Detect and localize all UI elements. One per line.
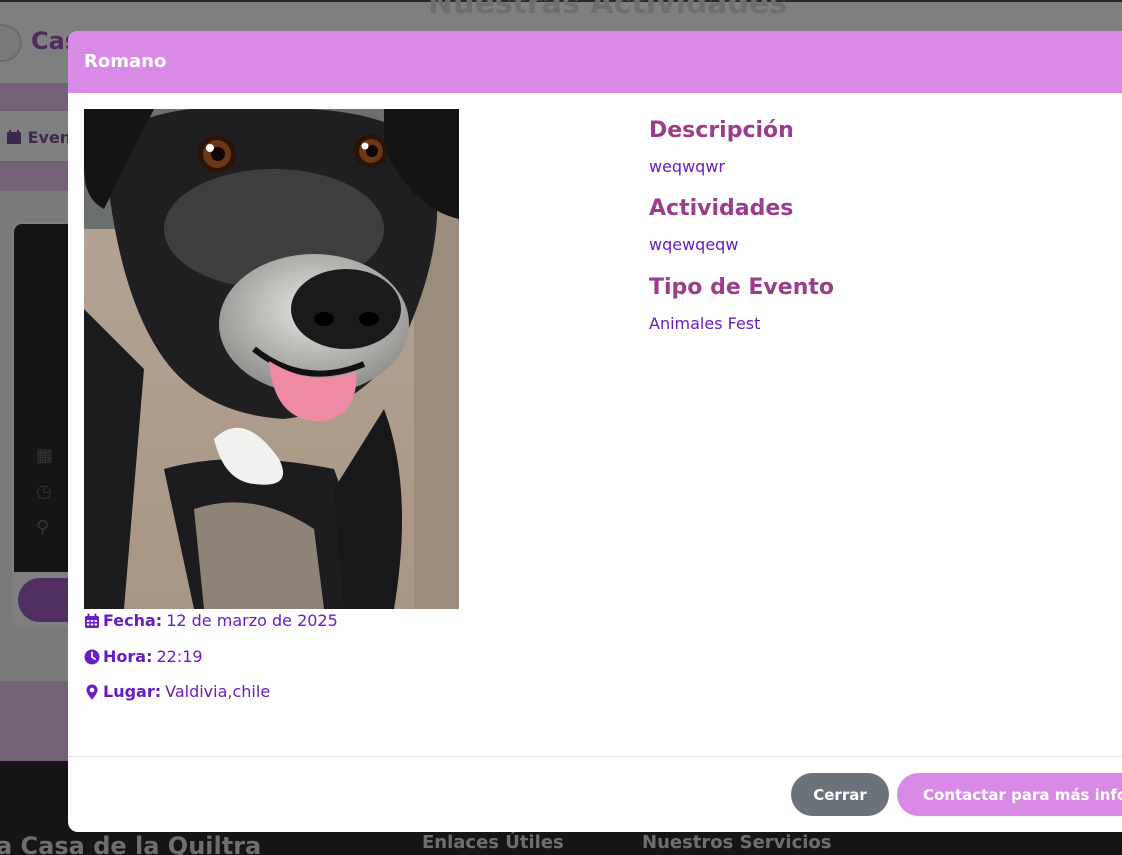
- event-date: Fecha: 12 de marzo de 2025: [84, 611, 338, 630]
- event-time-value: 22:19: [156, 647, 203, 666]
- dog-photo: [84, 109, 459, 609]
- modal-title: Romano: [84, 51, 167, 72]
- event-date-value: 12 de marzo de 2025: [166, 611, 338, 630]
- close-button[interactable]: Cerrar: [791, 773, 889, 816]
- dog-illustration: [84, 109, 459, 609]
- modal-header: Romano: [68, 31, 1122, 93]
- clock-icon: [84, 649, 100, 664]
- calendar-icon: [85, 613, 99, 628]
- location-pin-icon: [86, 684, 98, 699]
- event-time: Hora: 22:19: [84, 647, 203, 666]
- event-location-value: Valdivia,chile: [165, 682, 271, 701]
- event-type-heading: Tipo de Evento: [649, 275, 834, 300]
- description-text: weqwqwr: [649, 157, 725, 176]
- event-date-label: Fecha:: [103, 611, 163, 630]
- event-location-label: Lugar:: [103, 682, 162, 701]
- modal-footer-divider: [68, 756, 1122, 757]
- activities-heading: Actividades: [649, 196, 794, 221]
- contact-button[interactable]: Contactar para más información: [897, 773, 1122, 816]
- event-type-text: Animales Fest: [649, 314, 761, 333]
- event-location: Lugar: Valdivia,chile: [84, 682, 270, 701]
- description-heading: Descripción: [649, 118, 794, 143]
- event-time-label: Hora:: [103, 647, 153, 666]
- event-modal: Romano Fecha: 12 de marzo de 2025 Hora: …: [68, 31, 1122, 832]
- activities-text: wqewqeqw: [649, 235, 739, 254]
